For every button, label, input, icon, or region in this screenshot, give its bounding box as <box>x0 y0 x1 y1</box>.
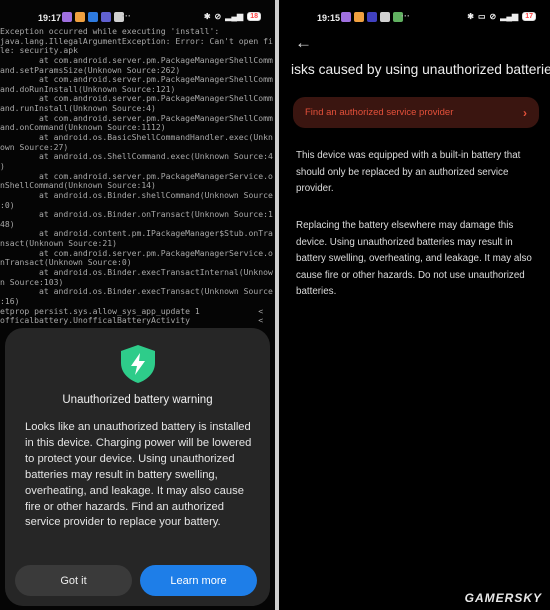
watermark: GAMERSKY <box>464 591 542 605</box>
got-it-button[interactable]: Got it <box>15 565 132 596</box>
system-icons: ✱ ▭ ⊘ ▂▄▆ 17 <box>467 12 536 21</box>
more-icon: ··· <box>122 11 131 21</box>
back-arrow-icon[interactable]: ← <box>295 33 312 53</box>
status-time: 19:15 <box>317 13 341 23</box>
app-icon <box>380 12 390 22</box>
signal-icon: ▂▄▆ <box>225 12 244 21</box>
mute-icon: ⊘ <box>214 12 222 21</box>
learn-more-button[interactable]: Learn more <box>140 565 257 596</box>
console-line: at android.os.Binder.shellCommand(Unknow… <box>0 189 273 200</box>
signal-icon: ▂▄▆ <box>500 12 519 21</box>
console-line: at android.os.ShellCommand.exec(Unknown … <box>0 151 273 162</box>
bluetooth-icon: ✱ <box>203 12 211 21</box>
app-icon <box>341 12 351 22</box>
app-icon <box>62 12 72 22</box>
more-icon: ··· <box>401 11 410 21</box>
app-icon <box>101 12 111 22</box>
notification-icons <box>341 12 403 22</box>
console-line: officalbattery.UnofficalBatteryActivity … <box>0 315 264 326</box>
dialog-body: Looks like an unauthorized battery is in… <box>25 421 252 529</box>
page-title: isks caused by using unauthorized batter… <box>291 62 550 77</box>
service-button-label: Find an authorized service provider <box>305 107 454 118</box>
find-service-provider-button[interactable]: Find an authorized service provider › <box>293 97 539 128</box>
battery-icon: 18 <box>247 12 261 21</box>
dialog-title: Unauthorized battery warning <box>62 394 213 406</box>
vibrate-icon: ▭ <box>477 12 486 21</box>
left-screen: 19:17 ··· ✱ ⊘ ▂▄▆ 18 Exception occurred … <box>0 0 275 610</box>
status-bar: 19:15 ··· ✱ ▭ ⊘ ▂▄▆ 17 <box>279 10 550 26</box>
battery-icon: 17 <box>522 12 536 21</box>
system-icons: ✱ ⊘ ▂▄▆ 18 <box>204 12 261 21</box>
mute-icon: ⊘ <box>489 12 497 21</box>
status-bar: 19:17 ··· ✱ ⊘ ▂▄▆ 18 <box>0 10 275 26</box>
bluetooth-icon: ✱ <box>467 12 474 21</box>
battery-warning-dialog: Unauthorized battery warning Looks like … <box>5 328 270 606</box>
chevron-right-icon: › <box>523 105 527 120</box>
paragraph-2: Replacing the battery elsewhere may dama… <box>296 220 532 297</box>
shield-bolt-icon <box>121 345 155 383</box>
app-icon <box>354 12 364 22</box>
console-output: Exception occurred while executing 'inst… <box>0 26 275 326</box>
app-icon <box>88 12 98 22</box>
app-icon <box>75 12 85 22</box>
console-line: at android.os.Binder.execTransact(Unknow… <box>0 286 273 297</box>
console-line: at android.os.Binder.onTransact(Unknown … <box>0 209 273 220</box>
status-time: 19:17 <box>38 13 62 23</box>
notification-icons <box>62 12 124 22</box>
right-screen: 19:15 ··· ✱ ▭ ⊘ ▂▄▆ 17 ← isks caused by … <box>279 0 550 610</box>
paragraph-1: This device was equipped with a built-in… <box>296 150 521 194</box>
app-icon <box>367 12 377 22</box>
